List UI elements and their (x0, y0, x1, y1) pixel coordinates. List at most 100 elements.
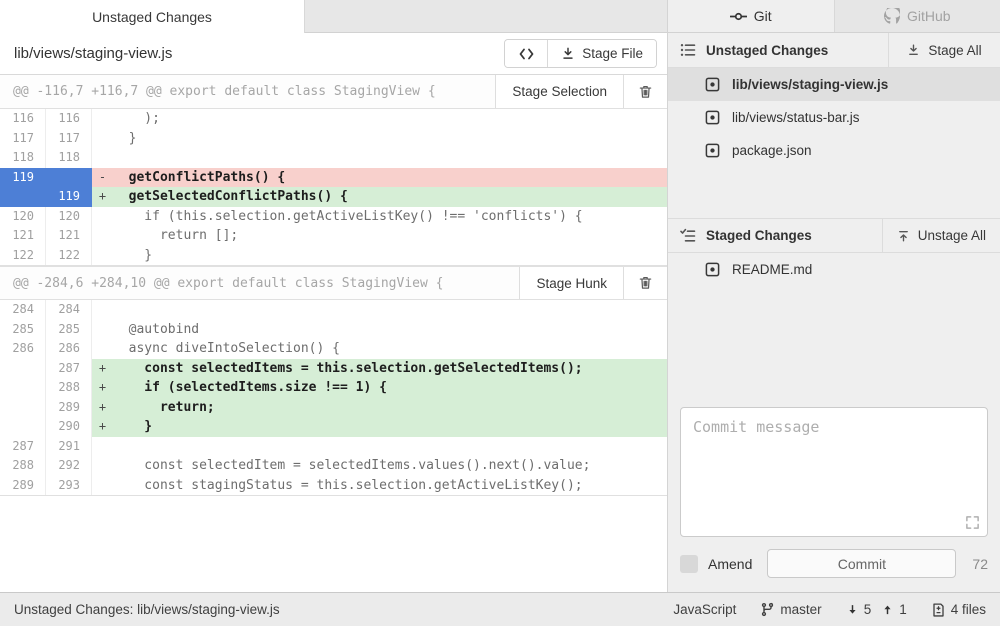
diff-line[interactable]: 287291 (0, 437, 667, 457)
status-bar: Unstaged Changes: lib/views/staging-view… (0, 592, 1000, 626)
old-line-number: 286 (0, 339, 46, 359)
push-pull-indicator[interactable]: 5 1 (846, 602, 907, 617)
hunk-range-label: @@ -116,7 +116,7 @@ export default class… (0, 75, 495, 108)
diff-view[interactable]: @@ -116,7 +116,7 @@ export default class… (0, 75, 667, 592)
remaining-characters-counter: 72 (972, 556, 988, 572)
expand-commit-box-button[interactable] (965, 515, 980, 530)
hunk-lines: 284284285285 @autobind286286 async diveI… (0, 300, 667, 496)
stage-file-label: Stage File (582, 46, 643, 61)
move-down-icon (907, 44, 920, 57)
file-item[interactable]: package.json (668, 134, 1000, 167)
diff-line[interactable]: 118118 (0, 148, 667, 168)
git-branch-icon (760, 602, 775, 617)
stage-selection-button[interactable]: Stage Selection (495, 75, 623, 108)
discard-hunk-button[interactable] (623, 75, 667, 108)
file-name: package.json (732, 143, 812, 158)
tab-git[interactable]: Git (668, 0, 834, 32)
line-content: const stagingStatus = this.selection.get… (92, 476, 667, 496)
diff-line[interactable]: 284284 (0, 300, 667, 320)
changed-files-indicator[interactable]: 4 files (931, 602, 986, 618)
arrow-down-icon (846, 603, 859, 617)
line-content: + return; (92, 398, 667, 418)
git-commit-icon (730, 8, 747, 25)
new-line-number: 285 (46, 320, 92, 340)
file-name: lib/views/status-bar.js (732, 110, 860, 125)
diff-line[interactable]: 288+ if (selectedItems.size !== 1) { (0, 378, 667, 398)
line-content: + getSelectedConflictPaths() { (92, 187, 667, 207)
modified-file-icon (705, 77, 720, 92)
changed-files-count: 4 files (951, 602, 986, 617)
line-content: async diveIntoSelection() { (92, 339, 667, 359)
staged-file-list: README.md (668, 253, 1000, 286)
diff-line[interactable]: 285285 @autobind (0, 320, 667, 340)
old-line-number (0, 359, 46, 379)
commit-controls: Amend Commit 72 (680, 549, 988, 578)
old-line-number: 122 (0, 246, 46, 266)
commits-behind-count: 5 (864, 602, 872, 617)
diff-line[interactable]: 289293 const stagingStatus = this.select… (0, 476, 667, 496)
diff-line[interactable]: 288292 const selectedItem = selectedItem… (0, 456, 667, 476)
stage-file-button[interactable]: Stage File (547, 40, 656, 67)
old-line-number: 289 (0, 476, 46, 496)
diff-pane: Unstaged Changes lib/views/staging-view.… (0, 0, 668, 592)
diff-hunk: @@ -284,6 +284,10 @@ export default clas… (0, 266, 667, 496)
trash-icon (638, 275, 653, 291)
old-line-number: 288 (0, 456, 46, 476)
commit-button[interactable]: Commit (767, 549, 956, 578)
unstage-all-button[interactable]: Unstage All (882, 219, 1000, 252)
diff-line[interactable]: 287+ const selectedItems = this.selectio… (0, 359, 667, 379)
hunk-header: @@ -284,6 +284,10 @@ export default clas… (0, 266, 667, 300)
expand-icon (965, 515, 980, 530)
line-content: + if (selectedItems.size !== 1) { (92, 378, 667, 398)
status-context-label: Unstaged Changes: lib/views/staging-view… (14, 602, 673, 617)
modified-file-icon (705, 143, 720, 158)
file-name: README.md (732, 262, 812, 277)
old-line-number (0, 378, 46, 398)
diff-line[interactable]: 120120 if (this.selection.getActiveListK… (0, 207, 667, 227)
new-line-number: 120 (46, 207, 92, 227)
list-unordered-icon (680, 42, 696, 58)
tab-git-label: Git (754, 8, 772, 24)
grammar-selector[interactable]: JavaScript (673, 602, 736, 617)
file-diff-icon (931, 602, 946, 618)
diff-line[interactable]: 289+ return; (0, 398, 667, 418)
tab-github-label: GitHub (907, 8, 951, 24)
stage-all-button[interactable]: Stage All (888, 33, 1000, 67)
modified-file-icon (705, 110, 720, 125)
new-line-number: 291 (46, 437, 92, 457)
diff-line[interactable]: 119- getConflictPaths() { (0, 168, 667, 188)
diff-line[interactable]: 122122 } (0, 246, 667, 266)
diff-line[interactable]: 121121 return []; (0, 226, 667, 246)
diff-line[interactable]: 116116 ); (0, 109, 667, 129)
file-item[interactable]: lib/views/staging-view.js (668, 68, 1000, 101)
line-content: return []; (92, 226, 667, 246)
new-line-number: 288 (46, 378, 92, 398)
diff-line[interactable]: 117117 } (0, 129, 667, 149)
line-content: + const selectedItems = this.selection.g… (92, 359, 667, 379)
new-line-number: 292 (46, 456, 92, 476)
commit-message-input[interactable] (681, 408, 987, 536)
hunk-lines: 116116 );117117 }118118119- getConflictP… (0, 109, 667, 266)
stage-all-label: Stage All (928, 43, 981, 58)
discard-hunk-button[interactable] (623, 267, 667, 299)
line-content (92, 148, 667, 168)
github-octocat-icon (884, 8, 900, 24)
diff-line[interactable]: 290+ } (0, 417, 667, 437)
new-line-number: 286 (46, 339, 92, 359)
new-line-number: 119 (46, 187, 92, 207)
line-content: ); (92, 109, 667, 129)
diff-line[interactable]: 286286 async diveIntoSelection() { (0, 339, 667, 359)
tab-github[interactable]: GitHub (834, 0, 1000, 32)
staged-section-title: Staged Changes (706, 228, 812, 243)
old-line-number: 116 (0, 109, 46, 129)
file-item[interactable]: README.md (668, 253, 1000, 286)
file-item[interactable]: lib/views/status-bar.js (668, 101, 1000, 134)
atom-github-window: Unstaged Changes lib/views/staging-view.… (0, 0, 1000, 626)
tab-bar-empty (305, 0, 667, 33)
diff-line[interactable]: 119+ getSelectedConflictPaths() { (0, 187, 667, 207)
amend-checkbox[interactable] (680, 555, 698, 573)
branch-indicator[interactable]: master (760, 602, 821, 617)
stage-hunk-button[interactable]: Stage Hunk (519, 267, 623, 299)
open-file-button[interactable] (505, 40, 547, 67)
tab-unstaged-changes[interactable]: Unstaged Changes (0, 0, 305, 33)
